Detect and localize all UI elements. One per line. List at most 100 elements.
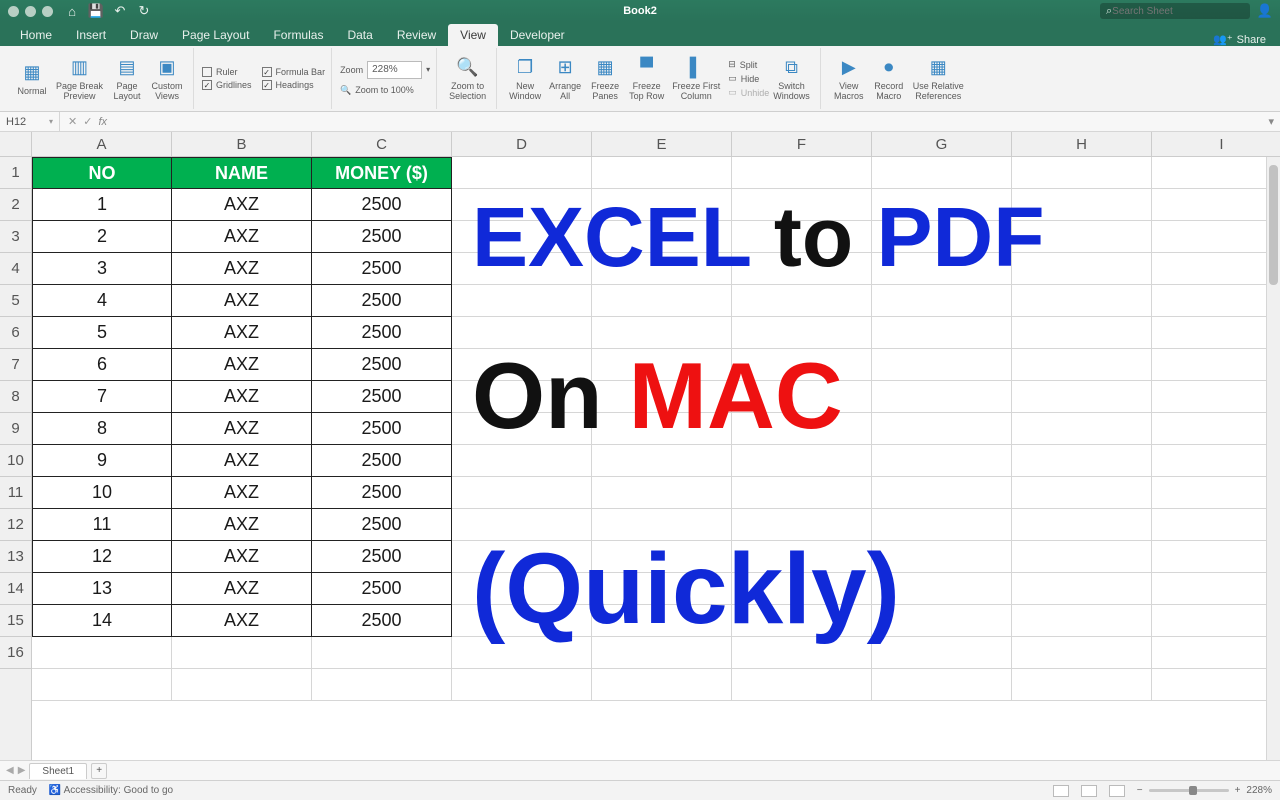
table-cell[interactable]: AXZ (172, 413, 312, 445)
tab-view[interactable]: View (448, 24, 498, 46)
cell[interactable] (1152, 349, 1280, 381)
table-cell[interactable]: 10 (32, 477, 172, 509)
cell[interactable] (872, 157, 1012, 189)
table-cell[interactable]: AXZ (172, 381, 312, 413)
zoom-slider[interactable] (1149, 789, 1229, 792)
row-header-4[interactable]: 4 (0, 253, 31, 285)
tab-draw[interactable]: Draw (118, 24, 170, 46)
cell[interactable] (1012, 477, 1152, 509)
table-cell[interactable]: 2500 (312, 445, 452, 477)
cell[interactable] (1152, 317, 1280, 349)
split-button[interactable]: ⊟Split (728, 58, 769, 71)
cell[interactable] (452, 285, 592, 317)
col-header-G[interactable]: G (872, 132, 1012, 156)
cell[interactable] (32, 669, 172, 701)
cell[interactable] (592, 157, 732, 189)
cell[interactable] (312, 637, 452, 669)
table-cell[interactable]: AXZ (172, 317, 312, 349)
zoom-slider-thumb[interactable] (1189, 786, 1197, 795)
undo-icon[interactable]: ↶ (113, 4, 127, 18)
cell[interactable] (1152, 285, 1280, 317)
row-header-1[interactable]: 1 (0, 157, 31, 189)
hide-button[interactable]: ▭Hide (728, 72, 769, 85)
cell[interactable] (32, 637, 172, 669)
page-break-button[interactable]: ▥Page Break Preview (52, 54, 107, 104)
cell[interactable] (732, 477, 872, 509)
row-header-10[interactable]: 10 (0, 445, 31, 477)
freeze-panes-button[interactable]: ▦Freeze Panes (585, 54, 625, 104)
cell[interactable] (1152, 669, 1280, 701)
table-cell[interactable]: 1 (32, 189, 172, 221)
table-cell[interactable]: AXZ (172, 221, 312, 253)
table-cell[interactable]: 2500 (312, 573, 452, 605)
col-header-E[interactable]: E (592, 132, 732, 156)
cell[interactable] (1012, 413, 1152, 445)
cell[interactable] (452, 157, 592, 189)
cell[interactable] (1012, 445, 1152, 477)
close-dot[interactable] (8, 6, 19, 17)
cell[interactable] (732, 285, 872, 317)
page-break-view-icon[interactable] (1109, 785, 1125, 797)
row-header-2[interactable]: 2 (0, 189, 31, 221)
table-cell[interactable]: 3 (32, 253, 172, 285)
table-cell[interactable]: 11 (32, 509, 172, 541)
table-cell[interactable]: 13 (32, 573, 172, 605)
table-cell[interactable]: 2500 (312, 189, 452, 221)
table-cell[interactable]: 2500 (312, 541, 452, 573)
cell[interactable] (1012, 637, 1152, 669)
cell[interactable] (1152, 605, 1280, 637)
save-icon[interactable]: 💾 (89, 4, 103, 18)
row-header-7[interactable]: 7 (0, 349, 31, 381)
row-header-14[interactable]: 14 (0, 573, 31, 605)
cell[interactable] (1012, 669, 1152, 701)
freeze-top-button[interactable]: ▀Freeze Top Row (625, 54, 668, 104)
row-header-12[interactable]: 12 (0, 509, 31, 541)
table-header[interactable]: NAME (172, 157, 312, 189)
table-cell[interactable]: 2500 (312, 317, 452, 349)
row-header-15[interactable]: 15 (0, 605, 31, 637)
record-macro-button[interactable]: ⏺Record Macro (869, 54, 909, 104)
unhide-button[interactable]: ▭Unhide (728, 86, 769, 99)
row-header-16[interactable]: 16 (0, 637, 31, 669)
share-button[interactable]: 👥⁺ Share (1207, 33, 1272, 46)
zoom-to-selection-button[interactable]: 🔍Zoom to Selection (445, 54, 490, 104)
tab-developer[interactable]: Developer (498, 24, 577, 46)
col-header-F[interactable]: F (732, 132, 872, 156)
cell[interactable] (1012, 317, 1152, 349)
col-header-I[interactable]: I (1152, 132, 1280, 156)
zoom-dot[interactable] (42, 6, 53, 17)
redo-icon[interactable]: ↻ (137, 4, 151, 18)
row-header-8[interactable]: 8 (0, 381, 31, 413)
search-sheet[interactable]: ⌕ (1100, 3, 1250, 19)
zoom-value-input[interactable]: 228% (367, 61, 422, 79)
cell[interactable] (1012, 541, 1152, 573)
cell[interactable] (1152, 541, 1280, 573)
table-cell[interactable]: 2 (32, 221, 172, 253)
table-cell[interactable]: 2500 (312, 349, 452, 381)
gridlines-checkbox[interactable]: ✓Gridlines (202, 79, 252, 91)
table-cell[interactable]: 2500 (312, 285, 452, 317)
cell[interactable] (1012, 605, 1152, 637)
cell[interactable] (1012, 285, 1152, 317)
cell-area[interactable]: NONAMEMONEY ($)1AXZ25002AXZ25003AXZ25004… (32, 157, 1280, 760)
zoom-100-button[interactable]: 🔍Zoom to 100% (340, 84, 430, 97)
row-header-6[interactable]: 6 (0, 317, 31, 349)
tab-home[interactable]: Home (8, 24, 64, 46)
expand-formula-icon[interactable]: ▾ (1262, 115, 1280, 128)
cell[interactable] (1012, 349, 1152, 381)
tab-formulas[interactable]: Formulas (261, 24, 335, 46)
zoom-in-button[interactable]: + (1235, 785, 1241, 796)
ruler-checkbox[interactable]: Ruler (202, 66, 252, 78)
cell[interactable] (1152, 413, 1280, 445)
cell[interactable] (592, 669, 732, 701)
table-cell[interactable]: 6 (32, 349, 172, 381)
select-all-corner[interactable] (0, 132, 32, 157)
table-cell[interactable]: 5 (32, 317, 172, 349)
cell[interactable] (1152, 381, 1280, 413)
sheet-nav-next-icon[interactable]: ▶ (18, 765, 26, 776)
new-window-button[interactable]: ❐New Window (505, 54, 545, 104)
normal-view-icon[interactable] (1053, 785, 1069, 797)
cell[interactable] (1152, 477, 1280, 509)
spreadsheet-grid[interactable]: ABCDEFGHI 12345678910111213141516 NONAME… (0, 132, 1280, 760)
table-cell[interactable]: AXZ (172, 445, 312, 477)
